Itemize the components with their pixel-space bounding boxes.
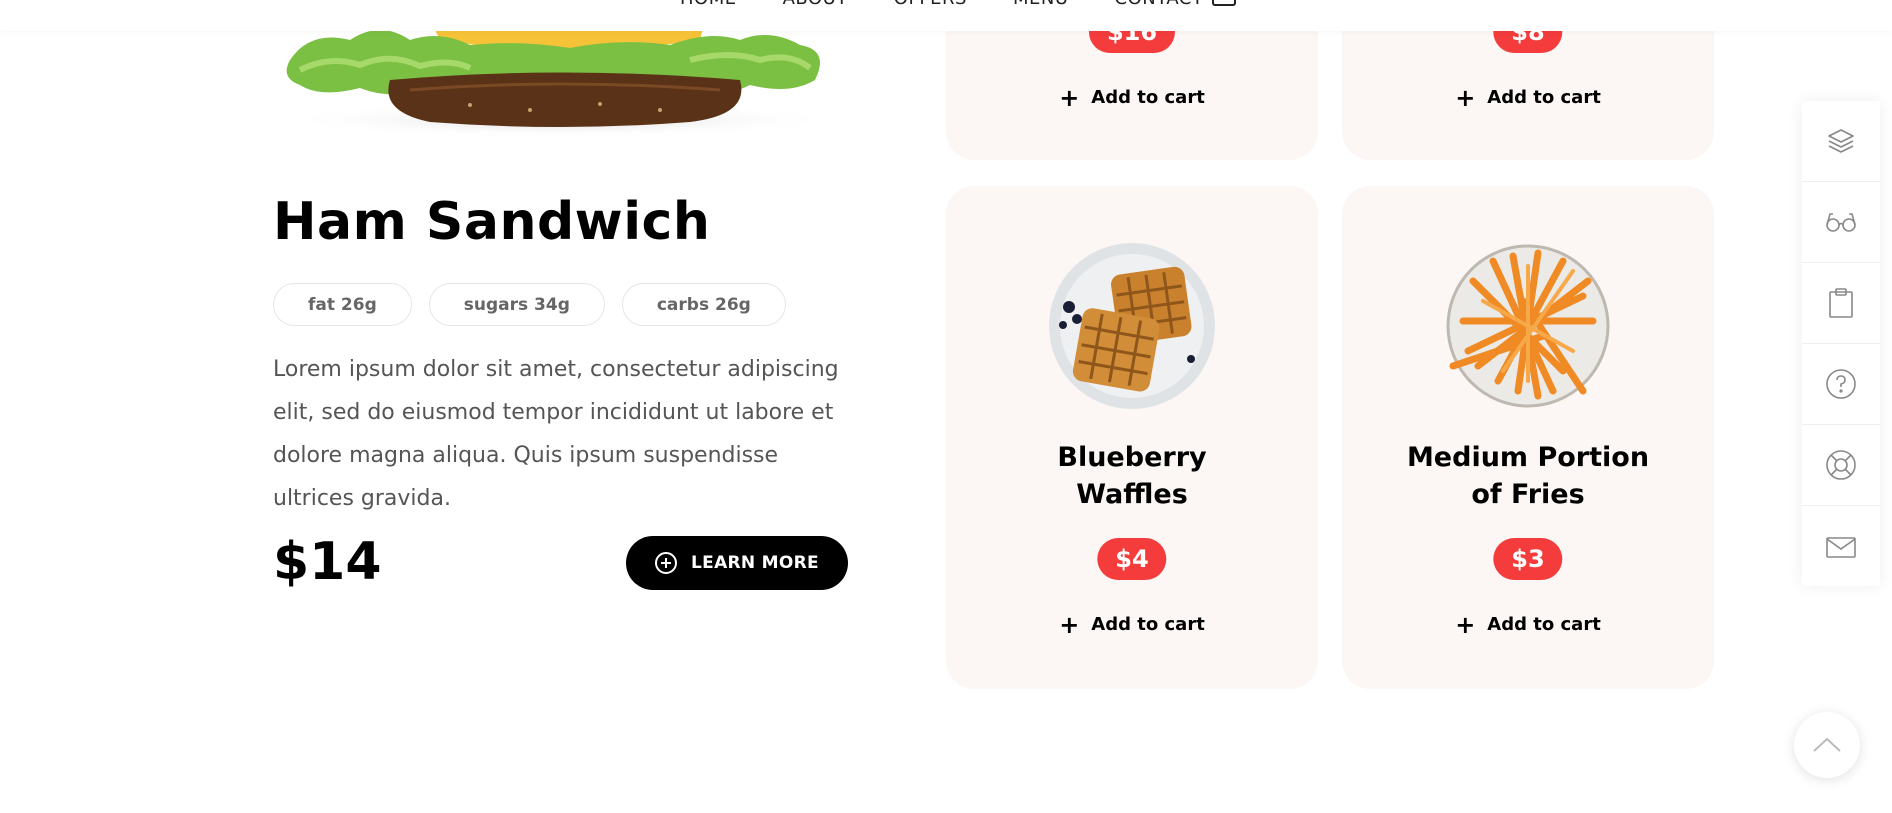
add-to-cart-label: Add to cart: [1091, 87, 1205, 108]
tag-carbs: carbs 26g: [621, 283, 786, 326]
nav-about[interactable]: ABOUT: [783, 0, 848, 9]
plus-circle-icon: [655, 552, 678, 574]
product-price: $14: [273, 532, 382, 592]
layers-icon[interactable]: [1802, 101, 1880, 182]
chevron-up-icon: [1813, 737, 1841, 752]
menu-card-fries: Medium Portion of Fries $3 + Add to cart: [1342, 186, 1714, 689]
plus-icon: +: [1455, 610, 1476, 639]
plus-icon: +: [1059, 610, 1080, 639]
price-badge: $3: [1493, 538, 1563, 580]
main-nav: HOME ABOUT OFFERS MENU CONTACT: [680, 0, 1203, 9]
add-to-cart-label: Add to cart: [1487, 614, 1601, 635]
glasses-icon[interactable]: [1802, 182, 1880, 263]
add-to-cart-label: Add to cart: [1487, 87, 1601, 108]
mail-icon[interactable]: [1802, 506, 1880, 587]
top-header: HOME ABOUT OFFERS MENU CONTACT: [0, 0, 1892, 31]
menu-card-waffles: Blueberry Waffles $4 + Add to cart: [946, 186, 1318, 689]
add-to-cart-button[interactable]: + Add to cart: [946, 83, 1318, 112]
add-to-cart-button[interactable]: + Add to cart: [1342, 83, 1714, 112]
floating-sidebar: [1802, 101, 1880, 586]
nutrition-tags: fat 26g sugars 34g carbs 26g: [273, 283, 786, 326]
learn-more-button[interactable]: LEARN MORE: [626, 536, 848, 590]
nav-menu[interactable]: MENU: [1013, 0, 1069, 9]
product-name-line1: Blueberry: [1057, 442, 1207, 473]
tag-sugars: sugars 34g: [428, 283, 605, 326]
cart-icon[interactable]: [1212, 0, 1236, 6]
product-title: Ham Sandwich: [273, 192, 711, 252]
tag-fat: fat 26g: [273, 283, 412, 326]
help-icon[interactable]: [1802, 344, 1880, 425]
product-description: Lorem ipsum dolor sit amet, consectetur …: [273, 357, 839, 511]
product-name-line2: of Fries: [1471, 479, 1585, 510]
plus-icon: +: [1455, 83, 1476, 112]
add-to-cart-label: Add to cart: [1091, 614, 1205, 635]
learn-more-label: LEARN MORE: [691, 553, 819, 573]
clipboard-icon[interactable]: [1802, 263, 1880, 344]
product-name: Medium Portion of Fries: [1342, 439, 1714, 513]
add-to-cart-button[interactable]: + Add to cart: [1342, 610, 1714, 639]
scroll-to-top-button[interactable]: [1794, 712, 1860, 778]
product-name: Blueberry Waffles: [946, 439, 1318, 513]
nav-contact[interactable]: CONTACT: [1115, 0, 1204, 9]
lifebuoy-icon[interactable]: [1802, 425, 1880, 506]
fries-image: [1443, 241, 1613, 411]
price-badge: $4: [1097, 538, 1167, 580]
nav-home[interactable]: HOME: [680, 0, 737, 9]
add-to-cart-button[interactable]: + Add to cart: [946, 610, 1318, 639]
nav-offers[interactable]: OFFERS: [894, 0, 967, 9]
product-name-line1: Medium Portion: [1406, 442, 1650, 473]
plus-icon: +: [1059, 83, 1080, 112]
product-name-line2: Waffles: [1076, 479, 1188, 510]
waffles-image: [1047, 241, 1217, 411]
